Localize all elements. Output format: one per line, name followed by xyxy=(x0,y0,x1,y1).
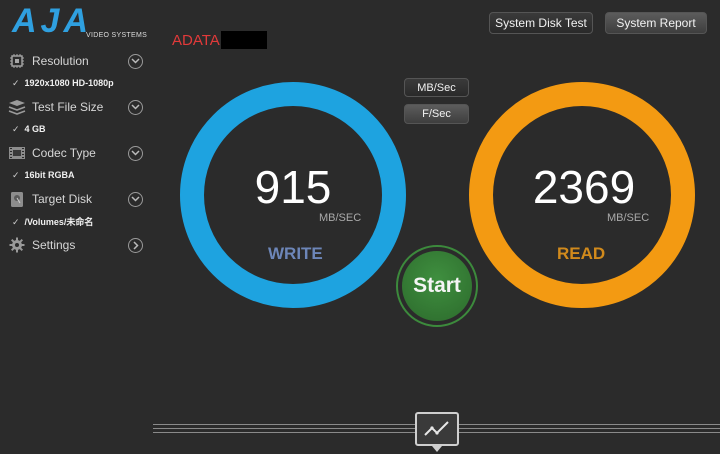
read-speed-unit: MB/SEC xyxy=(607,212,650,224)
sidebar-item-test-file-size[interactable]: Test File Size xyxy=(8,96,143,118)
unit-fsec-button[interactable]: F/Sec xyxy=(404,104,469,124)
chevron-down-icon[interactable] xyxy=(128,191,143,207)
resolution-chip-icon xyxy=(8,53,26,69)
gear-icon xyxy=(8,237,26,253)
write-speed-unit: MB/SEC xyxy=(319,212,362,224)
write-speed-value: 915 xyxy=(254,161,332,213)
read-label: READ xyxy=(557,244,606,263)
hard-disk-icon xyxy=(8,191,26,207)
sidebar-item-label: Settings xyxy=(32,238,76,252)
sidebar-item-label: Resolution xyxy=(32,54,89,68)
graph-pointer xyxy=(432,446,442,452)
sidebar-item-codec-type[interactable]: Codec Type xyxy=(8,142,143,164)
target-disk-value: ✓/Volumes/未命名 xyxy=(12,217,94,227)
line-graph-icon xyxy=(423,420,451,443)
sidebar-item-resolution[interactable]: Resolution xyxy=(8,50,143,72)
graph-toggle-button[interactable] xyxy=(415,412,459,446)
chevron-right-icon[interactable] xyxy=(128,237,143,253)
logo-tagline: VIDEO SYSTEMS xyxy=(86,32,148,39)
codec-type-value: ✓ 16bit RGBA xyxy=(12,170,75,180)
read-speed-value: 2369 xyxy=(532,161,636,213)
system-disk-test-button[interactable]: System Disk Test xyxy=(489,12,593,34)
chevron-down-icon[interactable] xyxy=(128,53,143,69)
test-file-size-value: ✓ 4 GB xyxy=(12,124,46,134)
film-strip-icon xyxy=(8,145,26,161)
sidebar-item-settings[interactable]: Settings xyxy=(8,234,143,256)
sidebar-item-label: Target Disk xyxy=(32,192,93,206)
chevron-down-icon[interactable] xyxy=(128,145,143,161)
system-report-button[interactable]: System Report xyxy=(605,12,707,34)
resolution-value: ✓ 1920x1080 HD-1080p xyxy=(12,78,114,88)
unit-mbsec-button[interactable]: MB/Sec xyxy=(404,78,469,97)
drive-name: ADATA xyxy=(172,32,220,49)
chevron-down-icon[interactable] xyxy=(128,99,143,115)
redaction-box xyxy=(221,31,267,49)
sidebar-item-label: Codec Type xyxy=(32,146,96,160)
write-label: WRITE xyxy=(268,244,323,263)
stack-icon xyxy=(8,99,26,115)
aja-logo: AJA VIDEO SYSTEMS xyxy=(12,2,147,44)
sidebar-item-target-disk[interactable]: Target Disk xyxy=(8,188,143,210)
start-button[interactable]: Start xyxy=(402,251,472,321)
sidebar-item-label: Test File Size xyxy=(32,100,104,114)
logo-text: AJA xyxy=(12,2,93,40)
